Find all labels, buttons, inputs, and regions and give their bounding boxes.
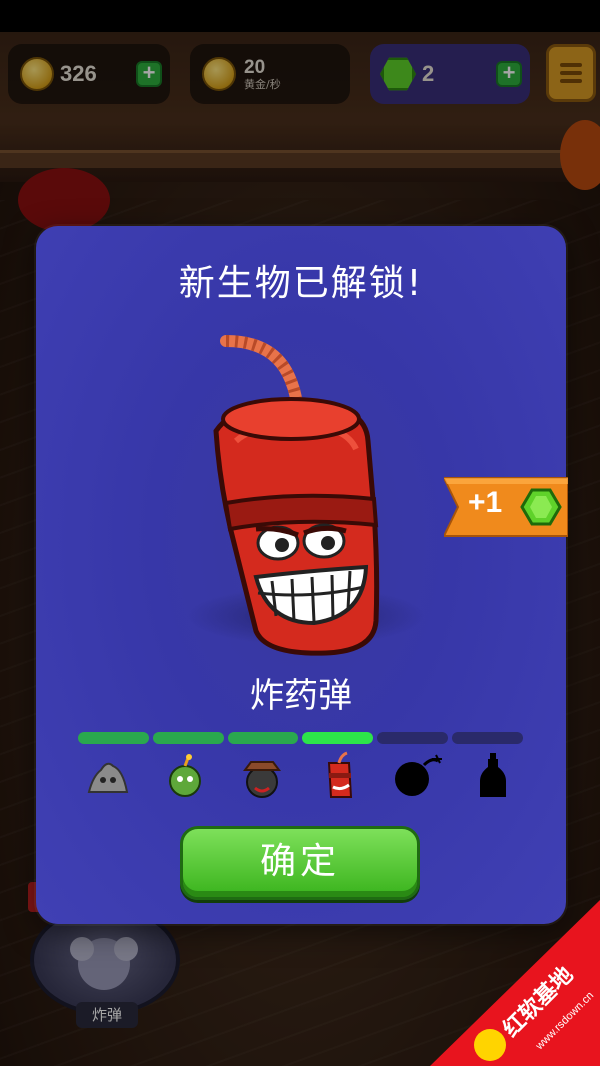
dialog-title: 新生物已解锁! — [178, 263, 424, 304]
gem-reward-ribbon — [444, 477, 568, 537]
progress-segment-4 — [302, 732, 374, 744]
locked-bomb-silhouette-icon — [386, 748, 446, 804]
creature-name: 炸药弹 — [250, 676, 352, 716]
dynamite-icon — [309, 748, 369, 804]
green-bomb-icon — [155, 748, 215, 804]
locked-bottle-silhouette-icon — [463, 748, 523, 804]
progress-segment-5 — [377, 732, 449, 744]
progress-segment-3 — [227, 732, 299, 744]
confirm-button[interactable]: 确定 — [180, 826, 420, 900]
dynamite-creature-image — [213, 335, 380, 656]
progress-segment-1 — [78, 732, 149, 744]
stone-pile-icon — [78, 748, 138, 804]
reward-amount: +1 — [468, 486, 503, 519]
evolution-chain — [78, 748, 523, 804]
unlock-dialog: 新生物已解锁! 炸药弹 确定 — [36, 226, 566, 924]
hat-bomb-icon — [232, 748, 292, 804]
status-bar — [0, 0, 600, 32]
progress-segment-2 — [152, 732, 224, 744]
green-gem-icon — [520, 488, 562, 526]
watermark-logo-icon — [474, 1029, 506, 1061]
site-watermark: www.rsdown.cn 红软基地 — [430, 900, 600, 1066]
progress-segment-6 — [452, 732, 523, 744]
evolution-progress-bar — [78, 732, 523, 744]
